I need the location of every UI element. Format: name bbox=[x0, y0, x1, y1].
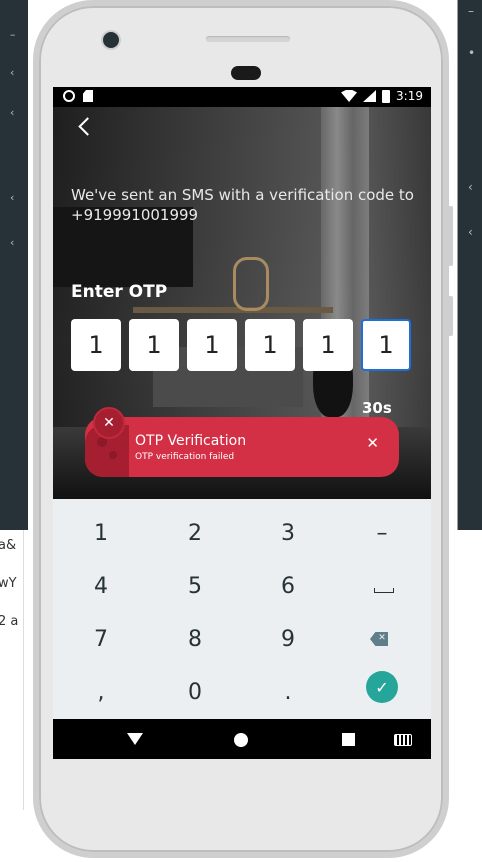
toast-error-badge-icon: ✕ bbox=[93, 407, 125, 439]
key-9[interactable]: 9 bbox=[258, 619, 318, 659]
otp-screen: We've sent an SMS with a verification co… bbox=[53, 107, 431, 499]
key-6[interactable]: 6 bbox=[258, 566, 318, 606]
otp-input-row: 1 1 1 1 1 1 bbox=[71, 319, 411, 371]
background-photo-lamp bbox=[233, 257, 269, 311]
background-dot-icon: • bbox=[468, 46, 476, 60]
background-left-text-panel: a& wY 2 a bbox=[0, 530, 24, 810]
nav-home-icon[interactable] bbox=[234, 733, 248, 747]
key-0[interactable]: 0 bbox=[165, 672, 225, 712]
sd-card-icon bbox=[83, 90, 93, 102]
keyboard-switch-icon[interactable] bbox=[394, 734, 412, 746]
key-8[interactable]: 8 bbox=[165, 619, 225, 659]
toast-decoration bbox=[109, 451, 117, 459]
background-dot-icon: ‹ bbox=[10, 191, 15, 204]
toast-close-icon[interactable]: ✕ bbox=[366, 434, 379, 452]
background-dash-icon: – bbox=[10, 28, 16, 41]
otp-digit-input[interactable]: 1 bbox=[187, 319, 237, 371]
background-left-panel: – ‹ ‹ ‹ ‹ bbox=[0, 0, 28, 530]
signal-icon bbox=[363, 90, 377, 102]
otp-digit-input[interactable]: 1 bbox=[129, 319, 179, 371]
nav-recents-icon[interactable] bbox=[342, 733, 355, 746]
speaker-grille bbox=[206, 36, 290, 42]
background-right-panel: – • ‹ ‹ bbox=[458, 0, 482, 530]
battery-icon bbox=[382, 89, 391, 103]
otp-digit-input[interactable]: 1 bbox=[245, 319, 295, 371]
background-dot-icon: ‹ bbox=[468, 225, 473, 239]
nav-back-icon[interactable] bbox=[127, 733, 143, 745]
key-comma[interactable]: , bbox=[71, 672, 131, 712]
sms-sent-message: We've sent an SMS with a verification co… bbox=[71, 186, 414, 224]
volume-button[interactable] bbox=[448, 206, 453, 266]
status-time: 3:19 bbox=[396, 89, 423, 103]
key-space-icon[interactable] bbox=[352, 566, 412, 606]
phone-frame: 3:19 We've sent an SMS with a verificati… bbox=[33, 0, 453, 858]
otp-digit-input-focused[interactable]: 1 bbox=[361, 319, 411, 371]
status-bar: 3:19 bbox=[53, 87, 431, 107]
enter-otp-label: Enter OTP bbox=[71, 282, 168, 302]
numeric-keyboard: 1 2 3 – 4 5 6 7 8 9 , 0 . ✓ bbox=[53, 499, 431, 719]
key-period[interactable]: . bbox=[258, 672, 318, 712]
background-dash-icon: – bbox=[468, 4, 474, 18]
otp-digit-input[interactable]: 1 bbox=[71, 319, 121, 371]
earpiece bbox=[231, 66, 261, 80]
phone-screen: 3:19 We've sent an SMS with a verificati… bbox=[53, 87, 431, 759]
key-minus[interactable]: – bbox=[352, 513, 412, 553]
otp-digit-input[interactable]: 1 bbox=[303, 319, 353, 371]
key-2[interactable]: 2 bbox=[165, 513, 225, 553]
background-dot-icon: ‹ bbox=[468, 180, 473, 194]
wifi-icon bbox=[341, 90, 358, 102]
background-photo-shelf bbox=[133, 307, 333, 313]
key-4[interactable]: 4 bbox=[71, 566, 131, 606]
background-dot-icon: ‹ bbox=[10, 236, 15, 249]
enter-check-icon[interactable]: ✓ bbox=[366, 671, 398, 703]
back-arrow-icon[interactable] bbox=[75, 115, 99, 139]
error-toast: ✕ OTP Verification OTP verification fail… bbox=[85, 407, 399, 477]
toast-subtitle: OTP verification failed bbox=[135, 452, 235, 462]
backspace-icon[interactable] bbox=[352, 619, 412, 659]
key-5[interactable]: 5 bbox=[165, 566, 225, 606]
background-snippet: a& bbox=[0, 538, 17, 553]
notification-circle-icon bbox=[63, 90, 75, 102]
background-snippet: wY bbox=[0, 576, 17, 591]
background-snippet: 2 a bbox=[0, 614, 19, 629]
front-camera-icon bbox=[103, 32, 119, 48]
toast-title: OTP Verification bbox=[135, 433, 247, 449]
key-7[interactable]: 7 bbox=[71, 619, 131, 659]
resend-timer: 30s bbox=[362, 399, 392, 417]
key-1[interactable]: 1 bbox=[71, 513, 131, 553]
power-button[interactable] bbox=[448, 296, 453, 336]
navigation-bar bbox=[53, 719, 431, 759]
key-3[interactable]: 3 bbox=[258, 513, 318, 553]
background-dot-icon: ‹ bbox=[10, 106, 15, 119]
background-dot-icon: ‹ bbox=[10, 66, 15, 79]
